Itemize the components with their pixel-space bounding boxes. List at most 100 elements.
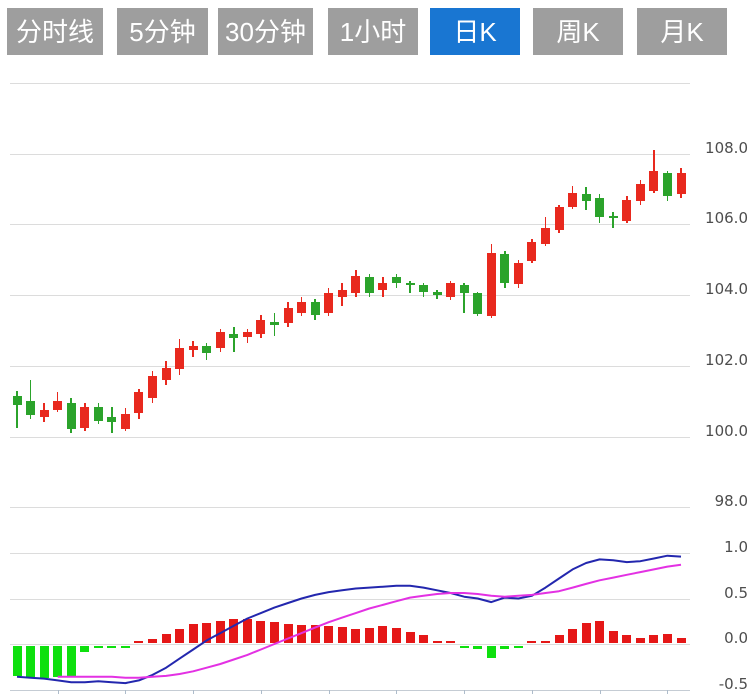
candle-body: [13, 396, 22, 405]
macd-hist-bar-up: [636, 638, 645, 643]
macd-hist-bar-up: [134, 641, 143, 643]
candle-body: [270, 322, 279, 326]
macd-hist-bar-down: [473, 646, 482, 649]
macd-hist-bar-down: [53, 646, 62, 677]
macd-hist-bar-up: [148, 639, 157, 643]
x-axis-tick: [396, 690, 397, 694]
candle-body: [216, 332, 225, 348]
tab-monthly-k[interactable]: 月K: [637, 8, 727, 55]
candle-body: [202, 346, 211, 353]
kline-chart-app: 分时线5分钟30分钟1小时日K周K月K 108.0106.0104.0102.0…: [0, 0, 755, 694]
macd-hist-bar-up: [446, 641, 455, 643]
candle-body: [229, 334, 238, 338]
candle-body: [365, 277, 374, 293]
gridline: [10, 553, 690, 554]
gridline: [10, 599, 690, 600]
candle-body: [26, 401, 35, 415]
y-axis-label: 0.5: [690, 584, 748, 602]
candle-body: [338, 290, 347, 297]
macd-hist-bar-up: [229, 619, 238, 643]
macd-hist-bar-up: [284, 624, 293, 643]
y-axis-label: 1.0: [690, 538, 748, 556]
dea-line: [58, 565, 681, 678]
candle-body: [378, 283, 387, 290]
candle-body: [80, 407, 89, 428]
gridline: [10, 295, 690, 296]
tab-daily-k[interactable]: 日K: [430, 8, 520, 55]
macd-hist-bar-up: [419, 635, 428, 643]
gridline: [10, 83, 690, 84]
macd-hist-bar-up: [568, 629, 577, 643]
macd-hist-bar-up: [243, 619, 252, 643]
macd-hist-bar-down: [67, 646, 76, 676]
candle-body: [324, 293, 333, 312]
macd-hist-bar-up: [433, 641, 442, 643]
macd-hist-bar-up: [189, 624, 198, 643]
candle-body: [107, 417, 116, 422]
x-axis-tick: [329, 690, 330, 694]
macd-hist-bar-down: [121, 646, 130, 648]
y-axis-label: 100.0: [690, 422, 748, 440]
macd-hist-bar-up: [270, 622, 279, 643]
macd-hist-bar-up: [175, 629, 184, 643]
macd-hist-bar-down: [460, 646, 469, 648]
tab-weekly-k[interactable]: 周K: [533, 8, 623, 55]
y-axis-label: 0.0: [690, 629, 748, 647]
candle-body: [419, 285, 428, 292]
x-axis-tick: [600, 690, 601, 694]
tab-5min[interactable]: 5分钟: [117, 8, 208, 55]
x-axis-tick: [193, 690, 194, 694]
candle-body: [446, 283, 455, 297]
candle-body: [527, 242, 536, 261]
y-axis-label: 102.0: [690, 351, 748, 369]
macd-hist-bar-up: [297, 625, 306, 644]
macd-hist-bar-up: [663, 634, 672, 643]
candle-body: [487, 253, 496, 317]
macd-hist-bar-up: [378, 626, 387, 643]
candle-body: [256, 320, 265, 334]
macd-hist-bar-up: [256, 621, 265, 643]
candle-body: [175, 348, 184, 369]
macd-hist-bar-down: [487, 646, 496, 658]
x-axis-tick: [667, 690, 668, 694]
macd-hist-bar-down: [40, 646, 49, 678]
candle-body: [663, 173, 672, 196]
macd-hist-bar-down: [107, 646, 116, 648]
candle-body: [406, 283, 415, 285]
candle-body: [189, 346, 198, 350]
tab-1hour[interactable]: 1小时: [328, 8, 418, 55]
candle-body: [595, 198, 604, 217]
x-axis-tick: [464, 690, 465, 694]
candle-body: [284, 308, 293, 324]
candle-wick: [612, 212, 614, 228]
macd-hist-bar-down: [514, 646, 523, 648]
tab-minute-line[interactable]: 分时线: [7, 8, 103, 55]
candle-body: [392, 277, 401, 282]
candle-body: [67, 403, 76, 430]
macd-hist-bar-up: [595, 621, 604, 643]
tab-30min[interactable]: 30分钟: [218, 8, 313, 55]
candle-body: [40, 410, 49, 417]
macd-hist-bar-down: [26, 646, 35, 677]
macd-hist-bar-down: [94, 646, 103, 648]
macd-hist-bar-down: [500, 646, 509, 649]
x-axis-tick: [261, 690, 262, 694]
macd-hist-bar-up: [541, 641, 550, 643]
candle-body: [134, 392, 143, 413]
macd-hist-bar-up: [338, 627, 347, 643]
macd-hist-bar-up: [582, 623, 591, 643]
dif-line: [17, 556, 681, 683]
candle-body: [460, 285, 469, 294]
macd-hist-bar-up: [609, 631, 618, 643]
gridline: [10, 224, 690, 225]
x-axis-line: [10, 690, 690, 691]
macd-hist-bar-up: [555, 635, 564, 643]
macd-hist-bar-down: [13, 646, 22, 676]
candle-body: [121, 414, 130, 430]
gridline: [10, 644, 690, 645]
candle-body: [53, 401, 62, 410]
candle-body: [649, 171, 658, 190]
candle-body: [622, 200, 631, 221]
candle-body: [568, 193, 577, 207]
candle-body: [555, 207, 564, 230]
